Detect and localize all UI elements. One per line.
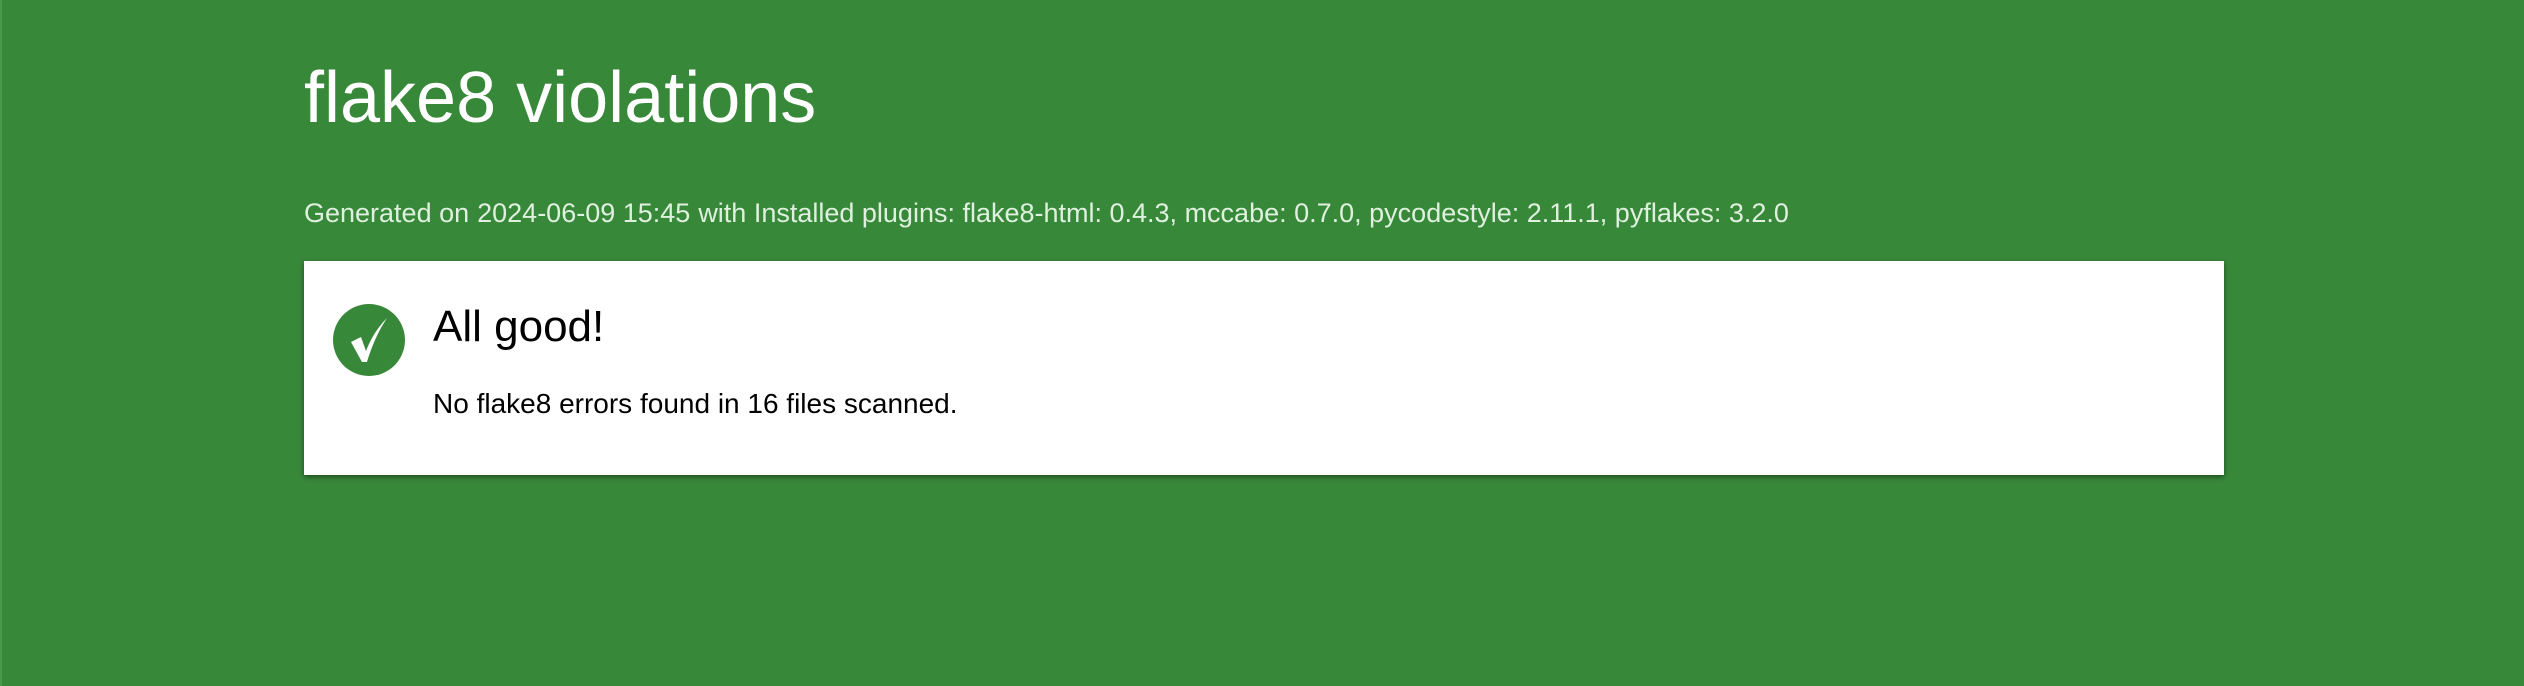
- page-edge: [0, 0, 2, 686]
- result-message: No flake8 errors found in 16 files scann…: [433, 388, 958, 419]
- generated-date: 2024-06-09 15:45: [477, 198, 691, 228]
- generated-prefix: Generated on: [304, 198, 470, 228]
- result-card: All good! No flake8 errors found in 16 f…: [304, 261, 2224, 475]
- page-title: flake8 violations: [304, 58, 817, 138]
- checkmark-glyph: [351, 318, 387, 362]
- plugins-info: with Installed plugins: flake8-html: 0.4…: [698, 198, 1789, 228]
- result-heading: All good!: [433, 302, 605, 351]
- checkmark-icon: [333, 304, 405, 376]
- generated-info: Generated on 2024-06-09 15:45 with Install…: [304, 200, 1789, 227]
